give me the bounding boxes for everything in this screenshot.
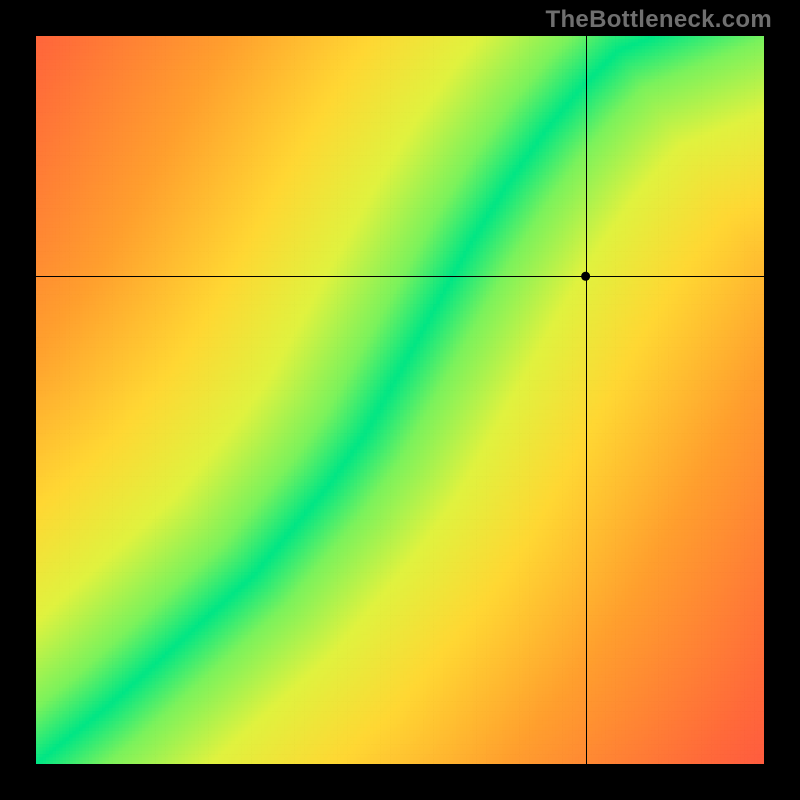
bottleneck-heatmap — [36, 36, 764, 764]
chart-container: TheBottleneck.com — [0, 0, 800, 800]
watermark-text: TheBottleneck.com — [546, 6, 772, 34]
